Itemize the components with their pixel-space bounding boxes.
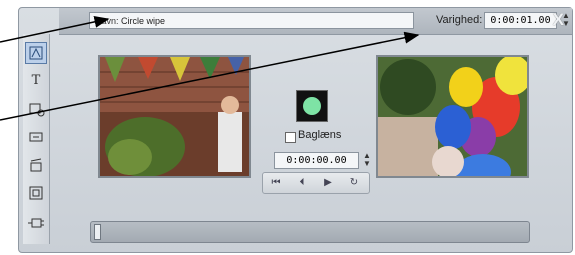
timecode-spinner[interactable]: ▲ ▼ [362,152,372,169]
circle-wipe-icon [303,97,321,115]
close-button[interactable]: X [553,10,564,30]
name-label: Navn: [95,16,119,26]
audio-icon[interactable] [25,126,47,148]
reverse-label: Baglæns [298,129,342,141]
play-icon[interactable]: ▶ [318,175,338,191]
go-to-start-icon[interactable]: ⏮ [266,175,286,191]
loop-icon[interactable]: ↻ [344,175,364,191]
timecode-field[interactable]: 0:00:00.00 [274,152,359,169]
transition-color-swatch[interactable] [296,90,328,122]
filter-icon[interactable] [25,98,47,120]
scrub-track[interactable] [90,221,530,243]
duration-label: Varighed: [436,14,483,26]
scrub-handle[interactable] [94,224,101,240]
frame-icon[interactable] [25,182,47,204]
garden-image [100,57,249,176]
effects-icon[interactable] [25,42,47,64]
transport-controls: ⏮ ⏴ ▶ ↻ [262,172,370,194]
reverse-checkbox[interactable] [285,132,296,143]
plug-icon[interactable] [25,212,47,234]
transition-name-field[interactable]: Navn: Circle wipe [89,12,414,29]
name-value: Circle wipe [121,16,166,26]
text-icon[interactable]: T [25,70,47,92]
transition-editor-panel: Navn: Circle wipe Varighed: 0:00:01.00 ▲… [18,7,573,253]
duration-field[interactable]: 0:00:01.00 [484,12,557,29]
preview-target [376,55,529,178]
editor-header: Navn: Circle wipe Varighed: 0:00:01.00 ▲… [59,8,572,35]
side-toolbar: T [23,34,50,244]
clapper-icon[interactable] [25,154,47,176]
preview-source [98,55,251,178]
balloons-image [378,57,527,176]
step-back-icon[interactable]: ⏴ [292,175,312,191]
